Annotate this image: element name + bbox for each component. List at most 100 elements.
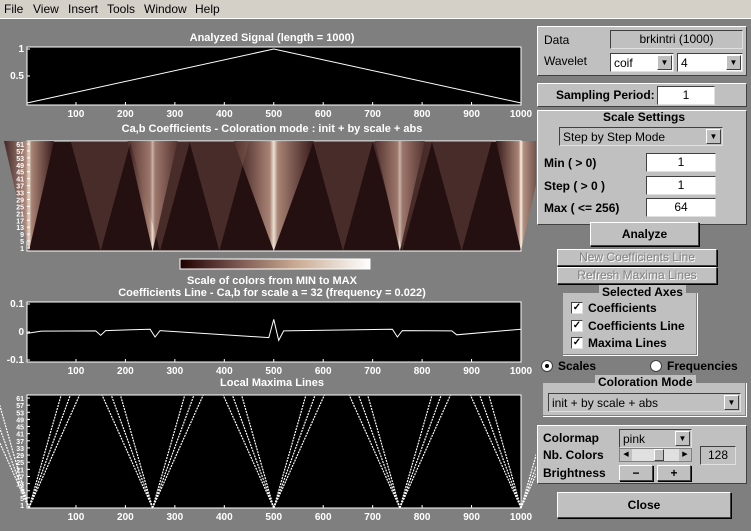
wavelet-family-select[interactable]: coif ▼ bbox=[610, 53, 674, 72]
x-tick-label: 500 bbox=[265, 109, 282, 120]
signal-title: Analyzed Signal (length = 1000) bbox=[190, 32, 355, 44]
analyze-button[interactable]: Analyze bbox=[590, 222, 699, 246]
wavelet-order-select[interactable]: 4 ▼ bbox=[677, 53, 743, 72]
x-tick-label: 300 bbox=[167, 109, 184, 120]
scales-label: Scales bbox=[558, 359, 597, 373]
x-tick-label: 300 bbox=[167, 366, 184, 377]
colorbar-title: Scale of colors from MIN to MAX bbox=[187, 275, 358, 287]
chevron-down-icon: ▼ bbox=[726, 55, 741, 70]
y-tick-label: 0.5 bbox=[10, 71, 24, 82]
y-tick-label: -0.1 bbox=[7, 355, 25, 366]
selected-axes-title: Selected Axes bbox=[599, 285, 686, 299]
menu-help[interactable]: Help bbox=[195, 2, 220, 16]
coefficients-label: Coefficients bbox=[588, 301, 657, 315]
maxima-line bbox=[0, 404, 30, 509]
signal-axes bbox=[26, 46, 522, 106]
menu-insert[interactable]: Insert bbox=[68, 2, 98, 16]
plots-svg: Analyzed Signal (length = 1000) 1 0.5 100… bbox=[0, 32, 573, 523]
refresh-maxima-lines-button[interactable]: Refresh Maxima Lines bbox=[557, 267, 717, 284]
max-label: Max ( <= 256) bbox=[544, 201, 620, 215]
slider-thumb[interactable] bbox=[654, 449, 664, 461]
close-button[interactable]: Close bbox=[557, 492, 731, 518]
y-tick-label: 1 bbox=[20, 503, 24, 510]
coefficients-line-checkbox[interactable]: ✓ bbox=[571, 320, 583, 332]
brightness-label: Brightness bbox=[543, 466, 606, 480]
x-tick-label: 600 bbox=[315, 109, 332, 120]
wavelet-label: Wavelet bbox=[544, 54, 587, 68]
max-input[interactable]: 64 bbox=[646, 198, 716, 217]
step-input[interactable]: 1 bbox=[646, 176, 716, 195]
coloration-mode-select[interactable]: init + by scale + abs ▼ bbox=[548, 393, 741, 412]
y-tick-label: 13 bbox=[16, 482, 24, 489]
menu-file[interactable]: File bbox=[4, 2, 23, 16]
y-tick-label: 5 bbox=[20, 496, 24, 503]
maxima-lines-label: Maxima Lines bbox=[588, 336, 667, 350]
x-tick-label: 1000 bbox=[510, 366, 533, 377]
x-tick-label: 400 bbox=[216, 366, 233, 377]
x-tick-label: 100 bbox=[68, 512, 85, 523]
min-input[interactable]: 1 bbox=[646, 153, 716, 172]
y-tick-label: 53 bbox=[16, 410, 24, 417]
plot-area: Analyzed Signal (length = 1000) 1 0.5 100… bbox=[0, 19, 573, 526]
brightness-minus-button[interactable]: − bbox=[619, 465, 653, 481]
x-tick-label: 900 bbox=[463, 366, 480, 377]
maxima-line bbox=[0, 441, 30, 509]
maxima-lines-checkbox[interactable]: ✓ bbox=[571, 337, 583, 349]
arrow-right-icon[interactable]: ▶ bbox=[679, 449, 691, 461]
menu-window[interactable]: Window bbox=[144, 2, 187, 16]
scale-mode-value: Step by Step Mode bbox=[563, 130, 666, 144]
coefficients-checkbox[interactable]: ✓ bbox=[571, 302, 583, 314]
y-tick-label: 41 bbox=[16, 432, 24, 439]
new-coefficients-line-button[interactable]: New Coefficients Line bbox=[557, 249, 717, 266]
data-label: Data bbox=[544, 33, 570, 47]
x-tick-label: 1000 bbox=[510, 512, 533, 523]
y-tick-label: 61 bbox=[16, 396, 24, 403]
menu-tools[interactable]: Tools bbox=[107, 2, 135, 16]
colormap-select[interactable]: pink ▼ bbox=[619, 429, 692, 448]
x-tick-label: 800 bbox=[414, 109, 431, 120]
coef-title: Ca,b Coefficients - Coloration mode : in… bbox=[122, 123, 423, 135]
colorbar bbox=[179, 258, 371, 270]
nb-colors-label: Nb. Colors bbox=[543, 448, 604, 462]
x-tick-label: 500 bbox=[265, 366, 282, 377]
maxima-line bbox=[520, 394, 573, 509]
scale-mode-select[interactable]: Step by Step Mode ▼ bbox=[559, 127, 723, 146]
colormap-panel: Colormap pink ▼ Nb. Colors ◀ ▶ 128 Bright… bbox=[537, 425, 747, 484]
chevron-down-icon: ▼ bbox=[706, 129, 721, 144]
x-tick-label: 200 bbox=[117, 512, 134, 523]
x-tick-label: 500 bbox=[265, 512, 282, 523]
coloration-mode-group: Coloration Mode init + by scale + abs ▼ bbox=[542, 375, 746, 416]
sampling-label: Sampling Period: bbox=[556, 88, 655, 102]
x-tick-label: 100 bbox=[68, 109, 85, 120]
x-tick-label: 200 bbox=[117, 366, 134, 377]
coefficients-line-label: Coefficients Line bbox=[588, 319, 685, 333]
coloration-mode-title: Coloration Mode bbox=[595, 375, 696, 389]
nb-colors-slider[interactable]: ◀ ▶ bbox=[619, 448, 692, 462]
y-tick-label: 57 bbox=[16, 403, 24, 410]
y-tick-label: 0.1 bbox=[10, 299, 24, 310]
frequencies-radio[interactable] bbox=[650, 360, 662, 372]
menu-view[interactable]: View bbox=[33, 2, 59, 16]
colormap-label: Colormap bbox=[543, 431, 600, 445]
sampling-panel: Sampling Period: 1 bbox=[537, 83, 747, 107]
brightness-plus-button[interactable]: + bbox=[657, 465, 691, 481]
y-tick-label: 25 bbox=[16, 460, 24, 467]
y-tick-label: 9 bbox=[20, 489, 24, 496]
x-tick-label: 600 bbox=[315, 366, 332, 377]
x-tick-label: 800 bbox=[414, 512, 431, 523]
x-tick-label: 700 bbox=[364, 512, 381, 523]
y-tick-label: 29 bbox=[16, 453, 24, 460]
x-tick-label: 600 bbox=[315, 512, 332, 523]
x-tick-label: 100 bbox=[68, 366, 85, 377]
frequencies-label: Frequencies bbox=[667, 359, 738, 373]
scale-settings-title: Scale Settings bbox=[603, 110, 686, 124]
y-tick-label: 37 bbox=[16, 439, 24, 446]
arrow-left-icon[interactable]: ◀ bbox=[620, 449, 632, 461]
wavelet-family-value: coif bbox=[614, 56, 633, 70]
x-tick-label: 800 bbox=[414, 366, 431, 377]
scales-radio[interactable] bbox=[541, 360, 553, 372]
x-tick-label: 200 bbox=[117, 109, 134, 120]
sampling-input[interactable]: 1 bbox=[657, 86, 715, 105]
data-value: brkintri (1000) bbox=[610, 30, 743, 49]
chevron-down-icon: ▼ bbox=[657, 55, 672, 70]
